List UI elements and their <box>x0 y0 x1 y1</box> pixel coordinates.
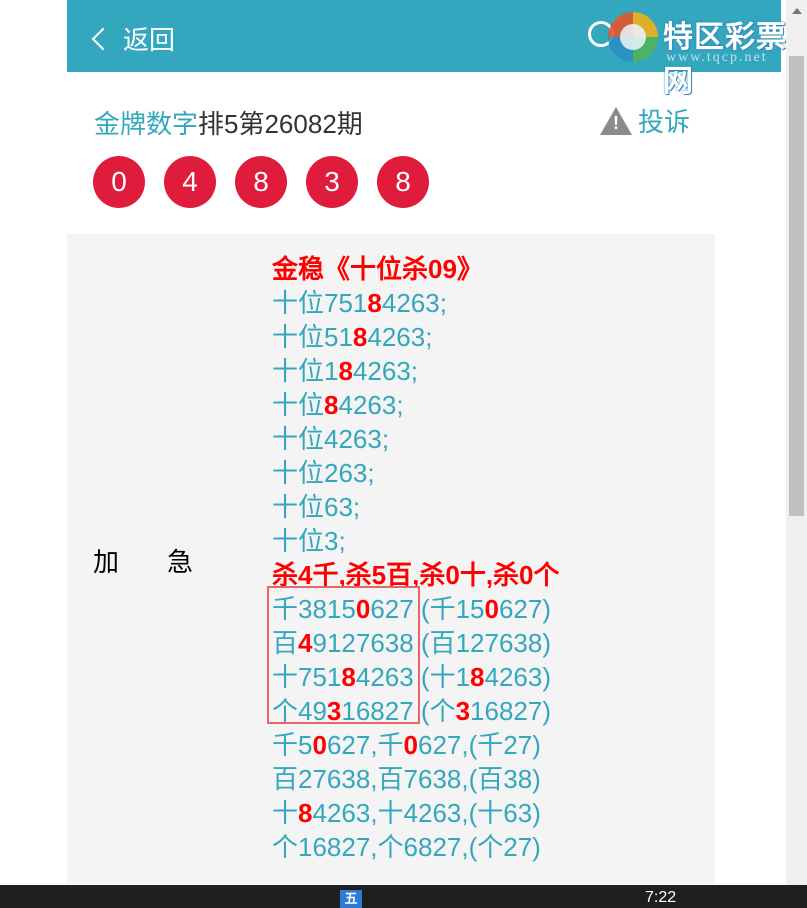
line-text: 十位4263; <box>272 424 390 454</box>
line-text: 十位1 <box>272 356 339 386</box>
chevron-left-icon <box>91 27 115 51</box>
content-line: 十84263,十4263,(十63) <box>272 796 560 830</box>
content-line: 十位84263; <box>272 388 560 422</box>
page-title: 金牌数字排5第26082期 <box>94 104 363 141</box>
line-text: 16827) <box>470 696 552 726</box>
highlight-digit: 8 <box>352 322 368 352</box>
line-text: 4263,十4263,(十63) <box>312 798 541 828</box>
highlight-digit: 3 <box>455 696 471 726</box>
content-heading: 金稳《十位杀09》 <box>272 252 560 286</box>
content-line: 十位263; <box>272 456 560 490</box>
scroll-thumb[interactable] <box>789 56 804 516</box>
line-text: 金稳《十位杀09》 <box>272 254 483 284</box>
line-text: 627,千 <box>326 730 404 760</box>
line-text: 4263; <box>367 322 433 352</box>
side-label: 加急 <box>93 547 242 577</box>
result-ball: 0 <box>93 156 145 208</box>
line-text: 千5 <box>272 730 313 760</box>
result-balls: 0 4 8 3 8 <box>93 156 448 208</box>
content-line: 千50627,千0627,(千27) <box>272 728 560 762</box>
scrollbar[interactable] <box>786 0 807 885</box>
taskbar: 五 7:22 <box>0 885 807 908</box>
prediction-panel: 加急 金稳《十位杀09》 十位75184263; 十位5184263; 十位18426… <box>67 234 715 884</box>
line-text: 十位3; <box>272 526 346 556</box>
line-text: 十位263; <box>272 458 375 488</box>
content-line: 个16827,个6827,(个27) <box>272 830 560 864</box>
line-text: 4263; <box>352 356 419 386</box>
result-ball: 8 <box>377 156 429 208</box>
highlight-digit: 8 <box>324 390 339 420</box>
content-line: 十位3; <box>272 524 560 558</box>
line-text: 十位751 <box>272 288 368 318</box>
line-text: 4263) <box>484 662 552 692</box>
content-line: 十位184263; <box>272 354 560 388</box>
content-line: 十位5184263; <box>272 320 560 354</box>
line-text: 4263; <box>381 288 447 318</box>
result-ball: 3 <box>306 156 358 208</box>
highlight-digit: 0 <box>403 730 419 760</box>
line-text: 十位63; <box>272 492 361 522</box>
highlight-digit: 8 <box>470 662 485 692</box>
scroll-up-icon[interactable] <box>792 8 802 14</box>
content-line: 十位75184263; <box>272 286 560 320</box>
line-text: 个16827,个6827,(个27) <box>272 832 541 862</box>
complain-button[interactable]: ! 投诉 <box>600 102 690 139</box>
line-text: 627) <box>498 594 552 624</box>
content-line: 百27638,百7638,(百38) <box>272 762 560 796</box>
highlight-digit: 0 <box>484 594 499 624</box>
line-text: 百27638,百7638,(百38) <box>272 764 541 794</box>
line-text: 627,(千27) <box>418 730 541 760</box>
line-text: 十 <box>272 798 299 828</box>
highlight-digit: 8 <box>338 356 353 386</box>
content-line: 十位4263; <box>272 422 560 456</box>
highlight-digit: 8 <box>298 798 313 828</box>
complain-label: 投诉 <box>638 107 691 137</box>
highlight-digit: 0 <box>312 730 327 760</box>
highlight-digit: 8 <box>367 288 382 318</box>
back-button[interactable]: 返回 <box>91 20 176 56</box>
prediction-content: 金稳《十位杀09》 十位75184263; 十位5184263; 十位184263; 十… <box>272 252 560 864</box>
result-ball: 4 <box>164 156 216 208</box>
title-source[interactable]: 金牌数字 <box>94 109 198 139</box>
line-text: 十位 <box>272 390 325 420</box>
logo-url: www.tqcp.net <box>666 50 768 65</box>
warning-icon: ! <box>600 106 632 135</box>
line-text: 4263; <box>338 390 404 420</box>
logo-swirl-icon <box>608 12 658 62</box>
ime-indicator[interactable]: 五 <box>340 890 362 908</box>
page: 返回 特区彩票网 www.tqcp.net 金牌数字排5第26082期 ! 投诉… <box>0 0 807 908</box>
title-issue: 排5第26082期 <box>198 109 363 139</box>
back-label: 返回 <box>123 24 176 55</box>
result-ball: 8 <box>235 156 287 208</box>
site-logo: 特区彩票网 www.tqcp.net <box>538 6 807 98</box>
line-text: 十位51 <box>272 322 353 352</box>
content-line: 十位63; <box>272 490 560 524</box>
clock[interactable]: 7:22 <box>645 889 676 907</box>
highlight-box <box>267 586 420 724</box>
